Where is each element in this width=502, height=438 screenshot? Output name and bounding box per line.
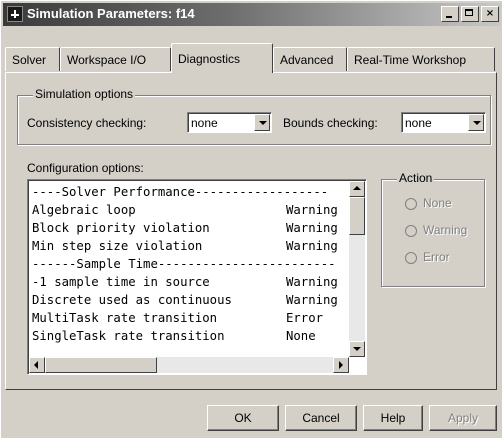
simulink-app-icon — [7, 6, 23, 22]
simulation-parameters-window: Simulation Parameters: f14 × Solver Work… — [0, 0, 502, 438]
tab-solver[interactable]: Solver — [5, 47, 60, 71]
configuration-options-list[interactable]: ----Solver Performance------------------… — [27, 179, 367, 375]
simulation-options-label: Simulation options — [33, 87, 136, 101]
ok-button[interactable]: OK — [207, 405, 279, 431]
bounds-checking-select[interactable]: none — [401, 112, 486, 133]
config-row[interactable]: -1 sample time in source Warning — [32, 273, 348, 291]
consistency-checking-select[interactable]: none — [187, 112, 272, 133]
radio-warning[interactable] — [405, 225, 417, 237]
chevron-down-icon[interactable] — [468, 114, 484, 131]
help-button[interactable]: Help — [363, 405, 423, 431]
vertical-scrollbar[interactable] — [349, 181, 365, 357]
config-row-name: ------Sample Time-----------------------… — [32, 257, 336, 271]
tab-diagnostics[interactable]: Diagnostics — [171, 43, 273, 73]
cancel-button[interactable]: Cancel — [285, 405, 357, 431]
maximize-icon[interactable] — [461, 6, 479, 22]
radio-none-label: None — [423, 196, 452, 210]
config-row[interactable]: Block priority violation Warning — [32, 219, 348, 237]
config-row-name: Block priority violation — [32, 221, 210, 235]
horizontal-scroll-thumb[interactable] — [45, 357, 157, 373]
scroll-right-arrow-icon[interactable] — [333, 357, 349, 373]
scroll-down-arrow-icon[interactable] — [349, 341, 365, 357]
config-row[interactable]: SingleTask rate transition None — [32, 327, 348, 345]
configuration-options-label: Configuration options: — [27, 161, 144, 175]
config-row[interactable]: ------Sample Time-----------------------… — [32, 255, 348, 273]
scroll-left-arrow-icon[interactable] — [29, 357, 45, 373]
config-row-name: ----Solver Performance------------------ — [32, 185, 329, 199]
config-row-status: None — [286, 329, 316, 343]
config-row-name: Algebraic loop — [32, 203, 136, 217]
config-row-name: Discrete used as continuous — [32, 293, 232, 307]
radio-warning-label: Warning — [423, 223, 468, 237]
config-row[interactable]: Min step size violation Warning — [32, 237, 348, 255]
config-row[interactable]: MultiTask rate transition Error — [32, 309, 348, 327]
config-row-status: Error — [286, 311, 324, 325]
close-icon[interactable]: × — [481, 6, 499, 22]
config-row-status: Warning — [286, 203, 338, 217]
radio-error[interactable] — [405, 252, 417, 264]
configuration-rows: ----Solver Performance------------------… — [32, 183, 348, 345]
bounds-checking-label: Bounds checking: — [283, 116, 378, 130]
tab-real-time-workshop[interactable]: Real-Time Workshop — [347, 47, 495, 71]
config-row[interactable]: Discrete used as continuous Warning — [32, 291, 348, 309]
tab-advanced[interactable]: Advanced — [273, 47, 347, 71]
config-row-status: Warning — [286, 221, 338, 235]
config-row-name: MultiTask rate transition — [32, 311, 218, 325]
config-row[interactable]: ----Solver Performance------------------ — [32, 183, 348, 201]
config-row-name: Min step size violation — [32, 239, 203, 253]
scroll-up-arrow-icon[interactable] — [349, 181, 365, 197]
consistency-checking-label: Consistency checking: — [27, 116, 147, 130]
config-row-status: Warning — [286, 239, 338, 253]
config-row-name: -1 sample time in source — [32, 275, 210, 289]
radio-none[interactable] — [405, 198, 417, 210]
bounds-checking-value: none — [405, 116, 432, 130]
window-title: Simulation Parameters: f14 — [27, 6, 195, 21]
config-row[interactable]: Algebraic loop Warning — [32, 201, 348, 219]
vertical-scroll-thumb[interactable] — [349, 197, 365, 235]
config-row-name: SingleTask rate transition — [32, 329, 225, 343]
radio-error-label: Error — [423, 250, 450, 264]
config-row-status: Warning — [286, 275, 338, 289]
config-row-status: Warning — [286, 293, 338, 307]
tab-workspace-io[interactable]: Workspace I/O — [60, 47, 171, 71]
title-bar: Simulation Parameters: f14 × — [3, 3, 501, 26]
consistency-checking-value: none — [191, 116, 218, 130]
minimize-icon[interactable] — [441, 6, 459, 22]
action-group-label: Action — [397, 171, 435, 185]
apply-button[interactable]: Apply — [429, 405, 497, 431]
horizontal-scrollbar[interactable] — [29, 357, 349, 373]
chevron-down-icon[interactable] — [254, 114, 270, 131]
window-controls: × — [439, 6, 499, 22]
